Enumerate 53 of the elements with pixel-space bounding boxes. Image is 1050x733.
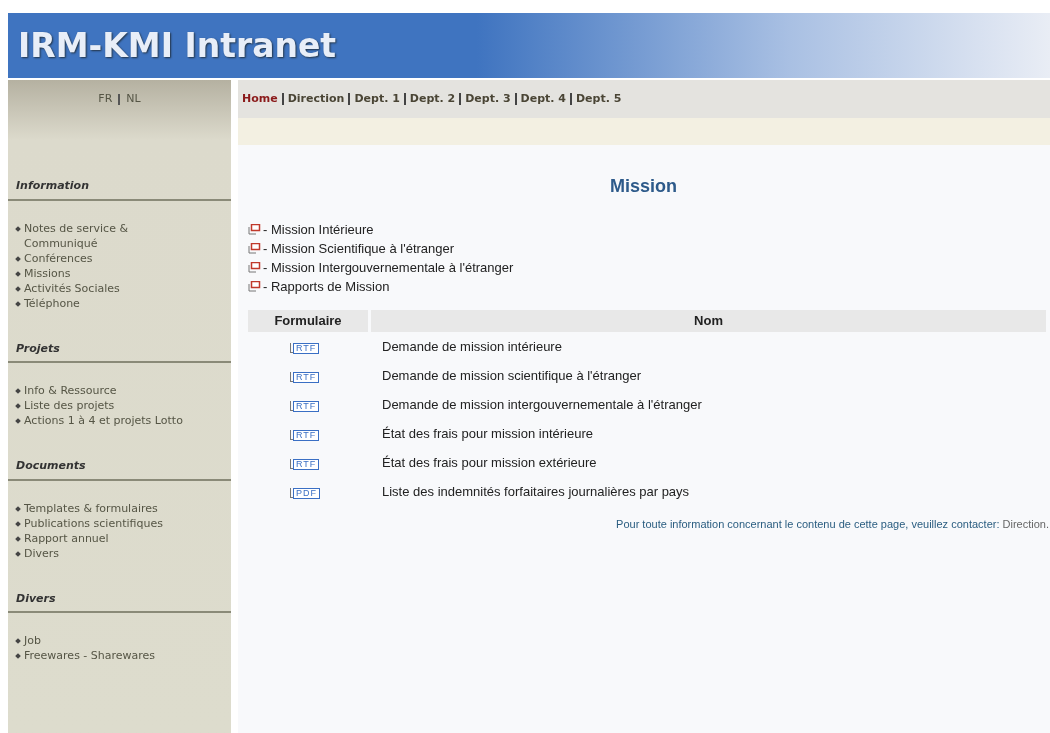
- nav-link[interactable]: Dept. 2: [409, 90, 456, 108]
- document-icon: [248, 281, 261, 292]
- form-name: Demande de mission intérieure: [382, 338, 562, 354]
- sidebar-link[interactable]: Notes de service & Communiqué: [24, 220, 186, 251]
- sidebar-link[interactable]: Info & Ressource: [24, 383, 117, 398]
- section-heading: Projets: [8, 340, 231, 363]
- sidebar-link[interactable]: Activités Sociales: [24, 280, 120, 296]
- sidebar-link[interactable]: Missions: [24, 265, 71, 281]
- document-icon: [248, 243, 261, 254]
- language-link[interactable]: FR: [98, 90, 113, 108]
- file-format-badge[interactable]: RTF: [290, 400, 320, 411]
- file-format-badge[interactable]: RTF: [290, 371, 320, 382]
- nav-link[interactable]: Dept. 1: [354, 90, 400, 108]
- file-format-badge[interactable]: RTF: [290, 458, 320, 469]
- mission-link[interactable]: - Mission Intergouvernementale à l'étranger: [263, 258, 514, 277]
- document-icon: [248, 262, 261, 273]
- page-title: Mission: [610, 176, 677, 196]
- contact-link[interactable]: Direction.: [1002, 518, 1049, 530]
- section-heading: Information: [8, 178, 231, 201]
- column-header: Formulaire: [248, 310, 368, 332]
- sidebar-link[interactable]: Publications scientifiques: [24, 515, 163, 531]
- column-header: Nom: [371, 310, 1046, 332]
- nav-link[interactable]: Home: [242, 90, 278, 108]
- file-format-badge[interactable]: RTF: [290, 342, 320, 353]
- document-icon: [248, 224, 261, 235]
- nav-link[interactable]: Dept. 4: [520, 90, 566, 108]
- form-name: Demande de mission scientifique à l'étranger: [382, 367, 641, 383]
- form-name: État des frais pour mission intérieure: [382, 425, 593, 441]
- form-name: État des frais pour mission extérieure: [382, 454, 597, 470]
- mission-link[interactable]: - Mission Intérieure: [263, 220, 374, 239]
- form-name: Liste des indemnités forfaitaires journalières par pays: [382, 483, 690, 499]
- sidebar-link[interactable]: Job: [24, 633, 41, 648]
- nav-link[interactable]: Dept. 3: [465, 90, 511, 108]
- sidebar-link[interactable]: Freewares - Sharewares: [24, 648, 156, 663]
- sidebar-link[interactable]: Rapport annuel: [24, 530, 109, 546]
- contact-note: Pour toute information concernant le contenu de cette page, veuillez contacter: Direction.: [616, 518, 1049, 530]
- language-link[interactable]: NL: [126, 90, 141, 108]
- form-name: Demande de mission intergouvernementale à l'étranger: [382, 396, 702, 412]
- sidebar-link[interactable]: Actions 1 à 4 et projets Lotto: [24, 413, 183, 428]
- sidebar-link[interactable]: Templates & formulaires: [24, 500, 158, 516]
- site-title: IRM-KMI Intranet: [18, 24, 337, 67]
- section-heading: Divers: [8, 590, 231, 613]
- sidebar-link[interactable]: Conférences: [24, 250, 93, 266]
- nav-link[interactable]: Dept. 5: [576, 90, 622, 108]
- mission-link[interactable]: - Rapports de Mission: [263, 277, 390, 296]
- sidebar-link[interactable]: Liste des projets: [24, 398, 115, 413]
- file-format-badge[interactable]: PDF: [290, 487, 320, 498]
- section-heading: Documents: [8, 458, 231, 481]
- sidebar-link[interactable]: Divers: [24, 545, 60, 561]
- sidebar-link[interactable]: Téléphone: [24, 295, 80, 311]
- nav-link[interactable]: Direction: [287, 90, 345, 108]
- mission-link[interactable]: - Mission Scientifique à l'étranger: [263, 239, 455, 258]
- file-format-badge[interactable]: RTF: [290, 429, 320, 440]
